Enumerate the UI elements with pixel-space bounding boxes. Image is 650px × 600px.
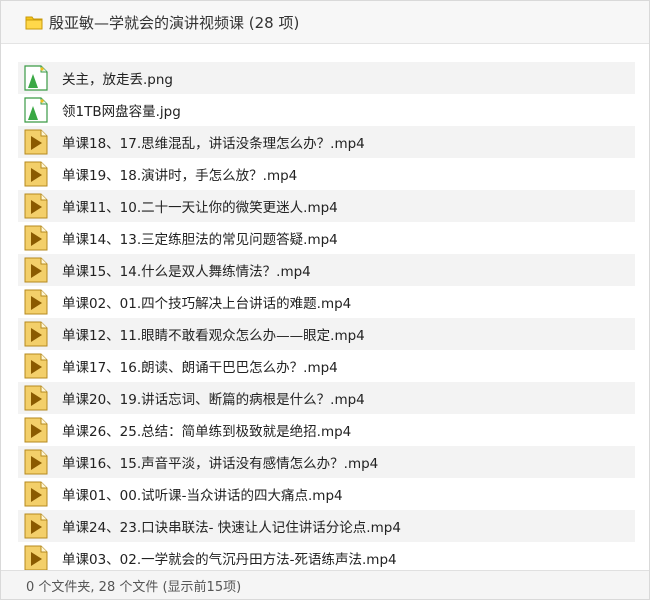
file-row[interactable]: 单课19、18.演讲时，手怎么放？.mp4 [18,158,635,190]
folder-icon [25,14,43,30]
video-file-icon [24,385,48,411]
file-name: 单课03、02.一学就会的气沉丹田方法-死语练声法.mp4 [62,552,397,568]
file-row[interactable]: 单课11、10.二十一天让你的微笑更迷人.mp4 [18,190,635,222]
video-file-icon [24,513,48,539]
file-row[interactable]: 领1TB网盘容量.jpg [18,94,635,126]
video-file-icon [24,545,48,571]
file-name: 单课11、10.二十一天让你的微笑更迷人.mp4 [62,200,338,216]
file-row[interactable]: 单课03、02.一学就会的气沉丹田方法-死语练声法.mp4 [18,542,635,571]
video-file-icon [24,353,48,379]
video-file-icon [24,449,48,475]
file-row[interactable]: 单课20、19.讲话忘词、断篇的病根是什么？.mp4 [18,382,635,414]
file-name: 单课26、25.总结：简单练到极致就是绝招.mp4 [62,424,352,440]
image-file-icon [24,65,48,91]
video-file-icon [24,257,48,283]
video-file-icon [24,161,48,187]
file-list: 关主，放走丢.png 领1TB网盘容量.jpg 单课18、17.思维混乱，讲话没条理… [18,62,635,571]
file-name: 单课14、13.三定练胆法的常见问题答疑.mp4 [62,232,338,248]
video-file-icon [24,481,48,507]
file-row[interactable]: 单课01、00.试听课-当众讲话的四大痛点.mp4 [18,478,635,510]
video-file-icon [24,193,48,219]
folder-title: 殷亚敏—学就会的演讲视频课 (28 项) [49,13,300,32]
status-bar: 0 个文件夹, 28 个文件 (显示前15项) [1,570,649,599]
file-name: 关主，放走丢.png [62,72,173,88]
file-name: 单课01、00.试听课-当众讲话的四大痛点.mp4 [62,488,343,504]
video-file-icon [24,129,48,155]
file-row[interactable]: 关主，放走丢.png [18,62,635,94]
file-row[interactable]: 单课18、17.思维混乱，讲话没条理怎么办？.mp4 [18,126,635,158]
file-name: 单课15、14.什么是双人舞练情法？.mp4 [62,264,311,280]
file-row[interactable]: 单课17、16.朗读、朗诵干巴巴怎么办？.mp4 [18,350,635,382]
video-file-icon [24,289,48,315]
status-summary: 0 个文件夹, 28 个文件 (显示前15项) [26,579,242,595]
file-row[interactable]: 单课15、14.什么是双人舞练情法？.mp4 [18,254,635,286]
folder-header: 殷亚敏—学就会的演讲视频课 (28 项) [1,1,649,44]
file-row[interactable]: 单课16、15.声音平淡，讲话没有感情怎么办？.mp4 [18,446,635,478]
file-row[interactable]: 单课02、01.四个技巧解决上台讲话的难题.mp4 [18,286,635,318]
file-name: 单课18、17.思维混乱，讲话没条理怎么办？.mp4 [62,136,365,152]
file-row[interactable]: 单课26、25.总结：简单练到极致就是绝招.mp4 [18,414,635,446]
image-file-icon [24,97,48,123]
file-row[interactable]: 单课12、11.眼睛不敢看观众怎么办——眼定.mp4 [18,318,635,350]
file-browser-window: 殷亚敏—学就会的演讲视频课 (28 项) 关主，放走丢.png 领1TB网盘容量.… [0,0,650,600]
file-name: 单课16、15.声音平淡，讲话没有感情怎么办？.mp4 [62,456,379,472]
video-file-icon [24,417,48,443]
video-file-icon [24,321,48,347]
file-row[interactable]: 单课14、13.三定练胆法的常见问题答疑.mp4 [18,222,635,254]
file-name: 单课12、11.眼睛不敢看观众怎么办——眼定.mp4 [62,328,365,344]
file-name: 单课17、16.朗读、朗诵干巴巴怎么办？.mp4 [62,360,338,376]
file-name: 领1TB网盘容量.jpg [62,104,181,120]
file-name: 单课24、23.口诀串联法- 快速让人记住讲话分论点.mp4 [62,520,401,536]
file-name: 单课02、01.四个技巧解决上台讲话的难题.mp4 [62,296,352,312]
file-name: 单课19、18.演讲时，手怎么放？.mp4 [62,168,298,184]
video-file-icon [24,225,48,251]
file-name: 单课20、19.讲话忘词、断篇的病根是什么？.mp4 [62,392,365,408]
file-row[interactable]: 单课24、23.口诀串联法- 快速让人记住讲话分论点.mp4 [18,510,635,542]
